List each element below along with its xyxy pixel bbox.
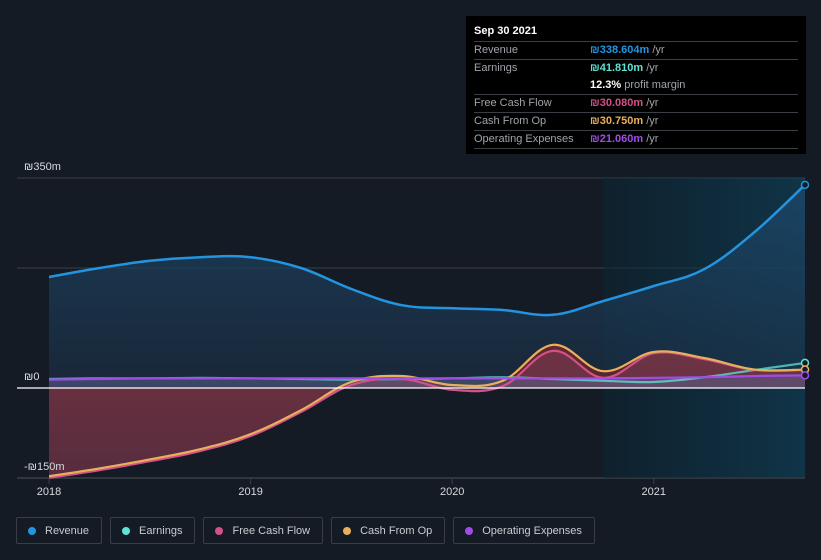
tooltip-row: Free Cash Flow ₪30.080m /yr [474,95,798,113]
legend-item-earnings[interactable]: Earnings [110,517,196,544]
tooltip-row-value: ₪30.750m /yr [590,115,659,127]
legend-item-revenue[interactable]: Revenue [16,517,103,544]
tooltip-row-label: Free Cash Flow [474,97,552,109]
tooltip-row: Earnings ₪41.810m /yr [474,60,798,77]
legend-label: Revenue [45,524,90,537]
legend-dot-icon [28,526,36,535]
endpoint-marker-operating-expenses [800,371,810,380]
tooltip-row-value: ₪21.060m /yr [590,133,659,145]
legend-dot-icon [122,526,131,535]
tooltip-date: Sep 30 2021 [474,23,798,42]
tooltip-row: Operating Expenses ₪21.060m /yr [474,131,798,149]
legend-label: Free Cash Flow [232,524,311,537]
tooltip-row: Cash From Op ₪30.750m /yr [474,113,798,131]
legend-item-cash-from-op[interactable]: Cash From Op [331,517,446,544]
legend-dot-icon [215,526,224,535]
legend-item-free-cash-flow[interactable]: Free Cash Flow [203,517,324,544]
tooltip-row-label: Earnings [474,62,518,74]
y-tick-label: -₪150m [24,461,65,473]
tooltip-row-value: ₪30.080m /yr [590,97,659,109]
tooltip-row-label: Cash From Op [474,115,547,127]
x-tick-label: 2018 [37,486,61,498]
legend-label: Earnings [139,524,183,537]
endpoint-marker-revenue [800,180,810,190]
tooltip-row-value: ₪338.604m /yr [590,44,665,56]
tooltip-row-label: Revenue [474,44,519,56]
tooltip-row-label: Operating Expenses [474,133,574,145]
y-tick-label: ₪350m [24,161,61,173]
legend-label: Operating Expenses [482,524,582,537]
x-tick-label: 2020 [440,486,464,498]
tooltip-panel: Sep 30 2021 Revenue ₪338.604m /yr Earnings… [466,16,806,154]
tooltip-row: Revenue ₪338.604m /yr [474,42,798,60]
chart-legend: Revenue Earnings Free Cash Flow Cash From O… [16,517,595,544]
legend-item-operating-expenses[interactable]: Operating Expenses [453,517,595,544]
legend-label: Cash From Op [360,524,433,537]
tooltip-row-value: ₪41.810m /yr [590,62,659,74]
x-tick-label: 2021 [642,486,666,498]
tooltip-row-value: 12.3% profit margin [590,79,686,91]
legend-dot-icon [343,526,352,535]
legend-dot-icon [465,526,474,535]
x-tick-label: 2019 [238,486,262,498]
tooltip-row-label [474,77,590,94]
y-tick-label: ₪0 [24,371,39,383]
tooltip-row: 12.3% profit margin [474,77,798,95]
